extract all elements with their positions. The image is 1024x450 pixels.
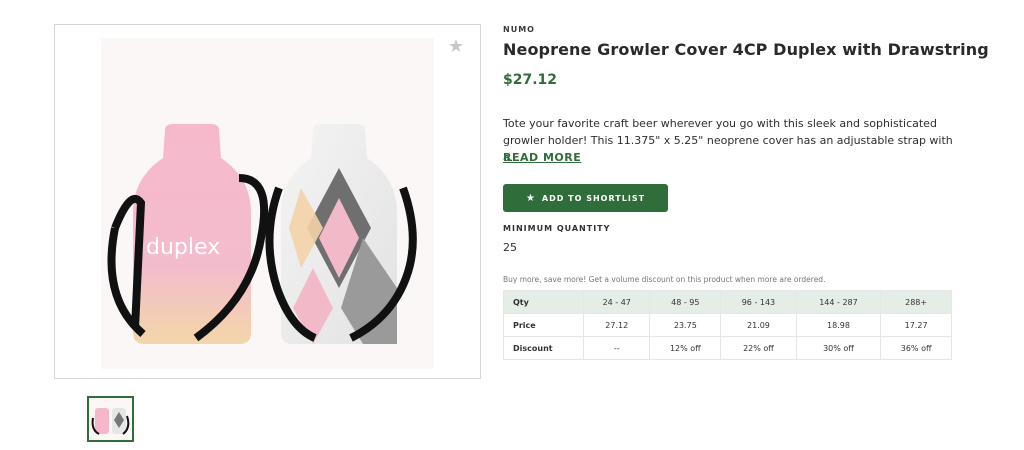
pricing-cell: 21.09 [720,313,797,337]
minimum-quantity-value: 25 [503,241,517,254]
pricing-cell: 23.75 [649,313,722,337]
thumbnail-illustration [89,398,132,440]
add-to-shortlist-button[interactable]: ★ ADD TO SHORTLIST [503,184,668,212]
product-title: Neoprene Growler Cover 4CP Duplex with D… [503,40,989,59]
thumbnail-image[interactable] [87,396,134,442]
pricing-price-row: Price 27.12 23.75 21.09 18.98 17.27 [503,313,952,337]
pricing-cell: 30% off [795,336,882,360]
pricing-cell: -- [582,336,651,360]
product-price: $27.12 [503,72,558,88]
brand-name: NUMO [503,25,535,34]
pricing-cell: 12% off [649,336,722,360]
pricing-cell: 36% off [880,336,952,360]
growler-brand-text: duplex [146,235,220,260]
pricing-header-cell: 48 - 95 [649,290,722,314]
pricing-header-cell: 144 - 287 [795,290,882,314]
pricing-discount-row: Discount -- 12% off 22% off 30% off 36% … [503,336,952,360]
pricing-header-cell: 24 - 47 [582,290,651,314]
pricing-row-label: Price [503,313,584,337]
growler-illustration: duplex [107,124,417,344]
pricing-header-cell: 96 - 143 [720,290,797,314]
pricing-cell: 17.27 [880,313,952,337]
volume-discount-note: Buy more, save more! Get a volume discou… [503,275,826,284]
pricing-cell: 27.12 [582,313,651,337]
add-to-shortlist-label: ADD TO SHORTLIST [541,193,646,203]
favorite-star-icon[interactable]: ★ [446,37,466,57]
product-image[interactable]: duplex [101,38,434,369]
minimum-quantity-label: MINIMUM QUANTITY [503,224,611,233]
read-more-link[interactable]: READ MORE [503,151,581,164]
pricing-cell: 18.98 [795,313,882,337]
pricing-row-label: Discount [503,336,584,360]
product-image-frame: duplex ★ [54,24,481,379]
pricing-table: Qty 24 - 47 48 - 95 96 - 143 144 - 287 2… [503,290,952,360]
pricing-header-cell: Qty [503,290,584,314]
star-icon: ★ [525,192,536,204]
pricing-header-row: Qty 24 - 47 48 - 95 96 - 143 144 - 287 2… [503,290,952,314]
pricing-header-cell: 288+ [880,290,952,314]
pricing-cell: 22% off [720,336,797,360]
